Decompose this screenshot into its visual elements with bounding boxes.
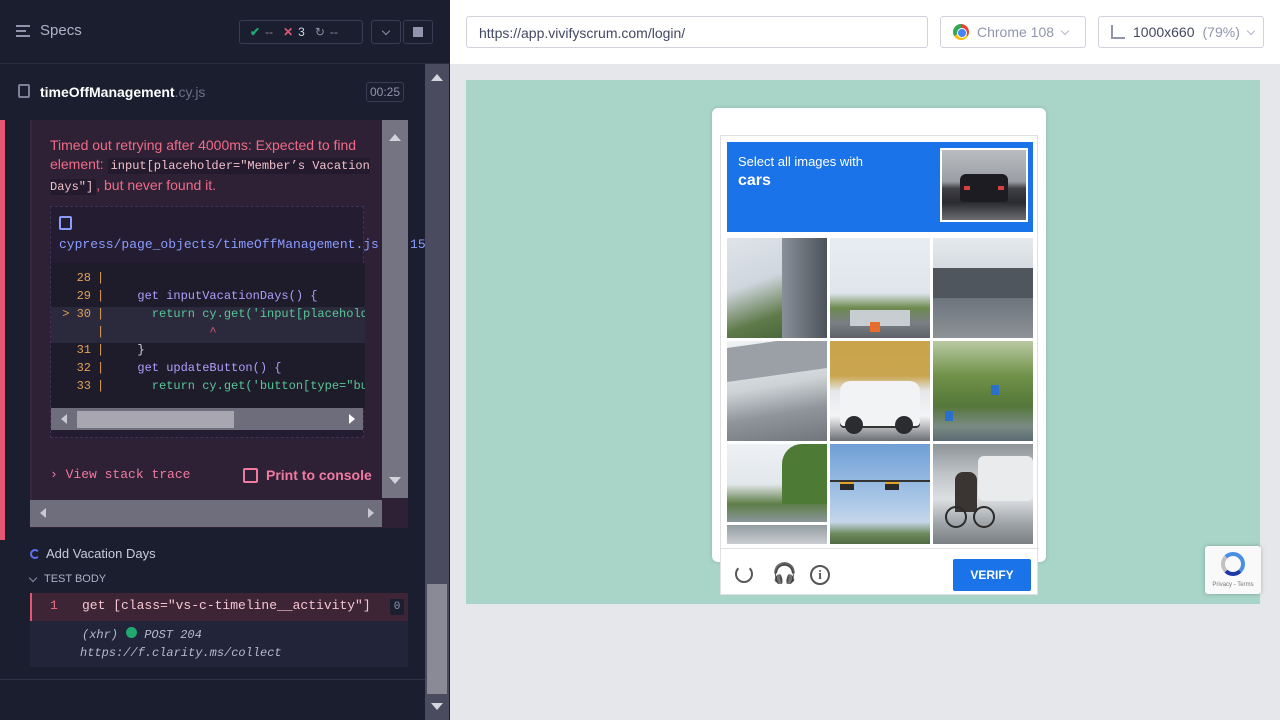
command-count-badge: 0 bbox=[390, 599, 404, 615]
image-tile[interactable] bbox=[727, 444, 827, 544]
chrome-icon bbox=[953, 24, 969, 40]
failed-stat: ✕ 3 bbox=[283, 25, 305, 39]
scroll-right-icon[interactable] bbox=[368, 508, 374, 518]
document-icon bbox=[18, 84, 30, 98]
headphones-icon[interactable]: 🎧 bbox=[772, 563, 797, 585]
specs-label: Specs bbox=[40, 22, 82, 39]
pending-icon: ↻ bbox=[314, 25, 325, 39]
reporter-header: Specs ✔ -- ✕ 3 ↻ -- bbox=[0, 0, 450, 64]
viewport-selector[interactable]: 1000x660 (79%) bbox=[1098, 16, 1264, 48]
chevron-down-icon bbox=[28, 573, 38, 582]
scroll-left-icon[interactable] bbox=[40, 508, 46, 518]
code-line: 32 | get updateButton() { bbox=[76, 361, 282, 375]
xhr-log[interactable]: (xhr) POST 204 https://f.clarity.ms/coll… bbox=[30, 621, 408, 667]
file-icon bbox=[59, 216, 72, 230]
recaptcha-header: Select all images with cars bbox=[727, 142, 1033, 232]
options-dropdown-button[interactable] bbox=[371, 20, 401, 44]
stop-button[interactable] bbox=[403, 20, 433, 44]
badge-text: Privacy - Terms bbox=[1212, 582, 1254, 588]
codeframe-file-link[interactable]: cypress/page_objects/timeOffManagement.j… bbox=[59, 215, 426, 255]
divider bbox=[0, 679, 425, 680]
scroll-thumb[interactable] bbox=[77, 411, 234, 428]
recaptcha-challenge: Select all images with cars 🎧 i VERIFY bbox=[712, 108, 1046, 595]
scroll-left-icon[interactable] bbox=[61, 414, 67, 424]
codeframe-scrollbar[interactable] bbox=[51, 408, 363, 430]
recaptcha-logo-icon bbox=[1221, 552, 1245, 576]
reporter-panel: Specs ✔ -- ✕ 3 ↻ -- timeOffManagement.cy.js… bbox=[0, 0, 450, 720]
print-to-console-button[interactable]: Print to console bbox=[243, 467, 372, 483]
image-tile[interactable] bbox=[830, 238, 930, 338]
chevron-down-icon bbox=[1246, 26, 1256, 35]
status-dot-icon bbox=[126, 627, 138, 638]
code-line: 33 | return cy.get('button[type="butt bbox=[76, 379, 365, 393]
code-line: 31 | } bbox=[76, 343, 145, 357]
app-preview: https://app.vivifyscrum.com/login/ Chrom… bbox=[450, 0, 1280, 720]
app-under-test: Select all images with cars 🎧 i VERIFY P… bbox=[466, 80, 1261, 604]
ruler-icon bbox=[1111, 25, 1125, 39]
error-stripe bbox=[0, 120, 5, 540]
pending-stat: ↻ -- bbox=[314, 25, 338, 39]
image-tile[interactable] bbox=[727, 238, 827, 338]
code-block: 28 | 29 | get inputVacationDays() { > 30 | … bbox=[51, 263, 365, 408]
preview-toolbar: https://app.vivifyscrum.com/login/ Chrom… bbox=[450, 0, 1280, 64]
error-vertical-scrollbar[interactable] bbox=[382, 120, 408, 498]
scroll-thumb[interactable] bbox=[427, 584, 447, 694]
code-line: 28 | bbox=[76, 271, 105, 285]
scroll-up-icon[interactable] bbox=[389, 134, 401, 141]
view-stack-trace-button[interactable]: › View stack trace bbox=[50, 467, 190, 482]
command-row[interactable]: 1 get [class="vs-c-timeline__activity"] … bbox=[30, 593, 408, 621]
chevron-down-icon bbox=[1060, 26, 1070, 35]
info-icon[interactable]: i bbox=[810, 565, 830, 585]
browser-selector[interactable]: Chrome 108 bbox=[940, 16, 1086, 48]
image-tile[interactable] bbox=[933, 238, 1033, 338]
url-bar[interactable]: https://app.vivifyscrum.com/login/ bbox=[466, 16, 928, 48]
image-tile[interactable] bbox=[830, 444, 930, 544]
image-tile[interactable] bbox=[727, 341, 827, 441]
menu-icon bbox=[16, 24, 30, 37]
image-tile[interactable] bbox=[933, 444, 1033, 544]
code-line-highlighted: > 30 | return cy.get('input[placeholder bbox=[51, 307, 365, 325]
spec-duration: 00:25 bbox=[366, 82, 404, 102]
specs-button[interactable]: Specs bbox=[16, 22, 82, 39]
scroll-down-icon[interactable] bbox=[431, 703, 443, 710]
scroll-down-icon[interactable] bbox=[389, 477, 401, 484]
error-panel: Timed out retrying after 4000ms: Expecte… bbox=[30, 120, 426, 528]
error-container: Timed out retrying after 4000ms: Expecte… bbox=[0, 120, 426, 540]
instruction-text: Select all images with bbox=[738, 154, 863, 169]
image-tile[interactable] bbox=[933, 341, 1033, 441]
sample-car-image bbox=[940, 148, 1028, 222]
code-line: 29 | get inputVacationDays() { bbox=[76, 289, 318, 303]
test-body-header[interactable]: TEST BODY bbox=[28, 573, 106, 585]
spec-file-name: timeOffManagement.cy.js bbox=[40, 84, 206, 100]
running-spinner-icon bbox=[30, 548, 40, 559]
stop-icon bbox=[413, 27, 423, 37]
recaptcha-badge[interactable]: Privacy - Terms bbox=[1205, 546, 1261, 594]
console-icon bbox=[243, 467, 258, 483]
verify-button[interactable]: VERIFY bbox=[953, 559, 1031, 591]
chevron-right-icon: › bbox=[50, 467, 58, 482]
reporter-scrollbar[interactable] bbox=[425, 64, 449, 720]
recaptcha-footer: 🎧 i VERIFY bbox=[721, 548, 1039, 596]
target-label: cars bbox=[738, 172, 771, 189]
reload-icon[interactable] bbox=[735, 565, 753, 583]
scroll-right-icon[interactable] bbox=[349, 414, 355, 424]
codeframe: cypress/page_objects/timeOffManagement.j… bbox=[50, 206, 426, 438]
recaptcha-frame: Select all images with cars 🎧 i VERIFY bbox=[720, 135, 1039, 596]
test-title[interactable]: Add Vacation Days bbox=[30, 546, 156, 561]
test-stats: ✔ -- ✕ 3 ↻ -- bbox=[239, 20, 363, 44]
x-icon: ✕ bbox=[283, 25, 294, 39]
error-message: Timed out retrying after 4000ms: Expecte… bbox=[50, 137, 370, 195]
spec-file-header[interactable]: timeOffManagement.cy.js 00:25 bbox=[0, 64, 427, 120]
image-tile[interactable] bbox=[830, 341, 930, 441]
chevron-down-icon bbox=[381, 26, 391, 35]
error-horizontal-scrollbar[interactable] bbox=[30, 500, 382, 527]
passed-stat: ✔ -- bbox=[250, 25, 274, 39]
code-line-caret: | ^ bbox=[51, 325, 365, 343]
scroll-up-icon[interactable] bbox=[431, 74, 443, 81]
image-grid bbox=[727, 238, 1033, 544]
check-icon: ✔ bbox=[250, 25, 261, 39]
